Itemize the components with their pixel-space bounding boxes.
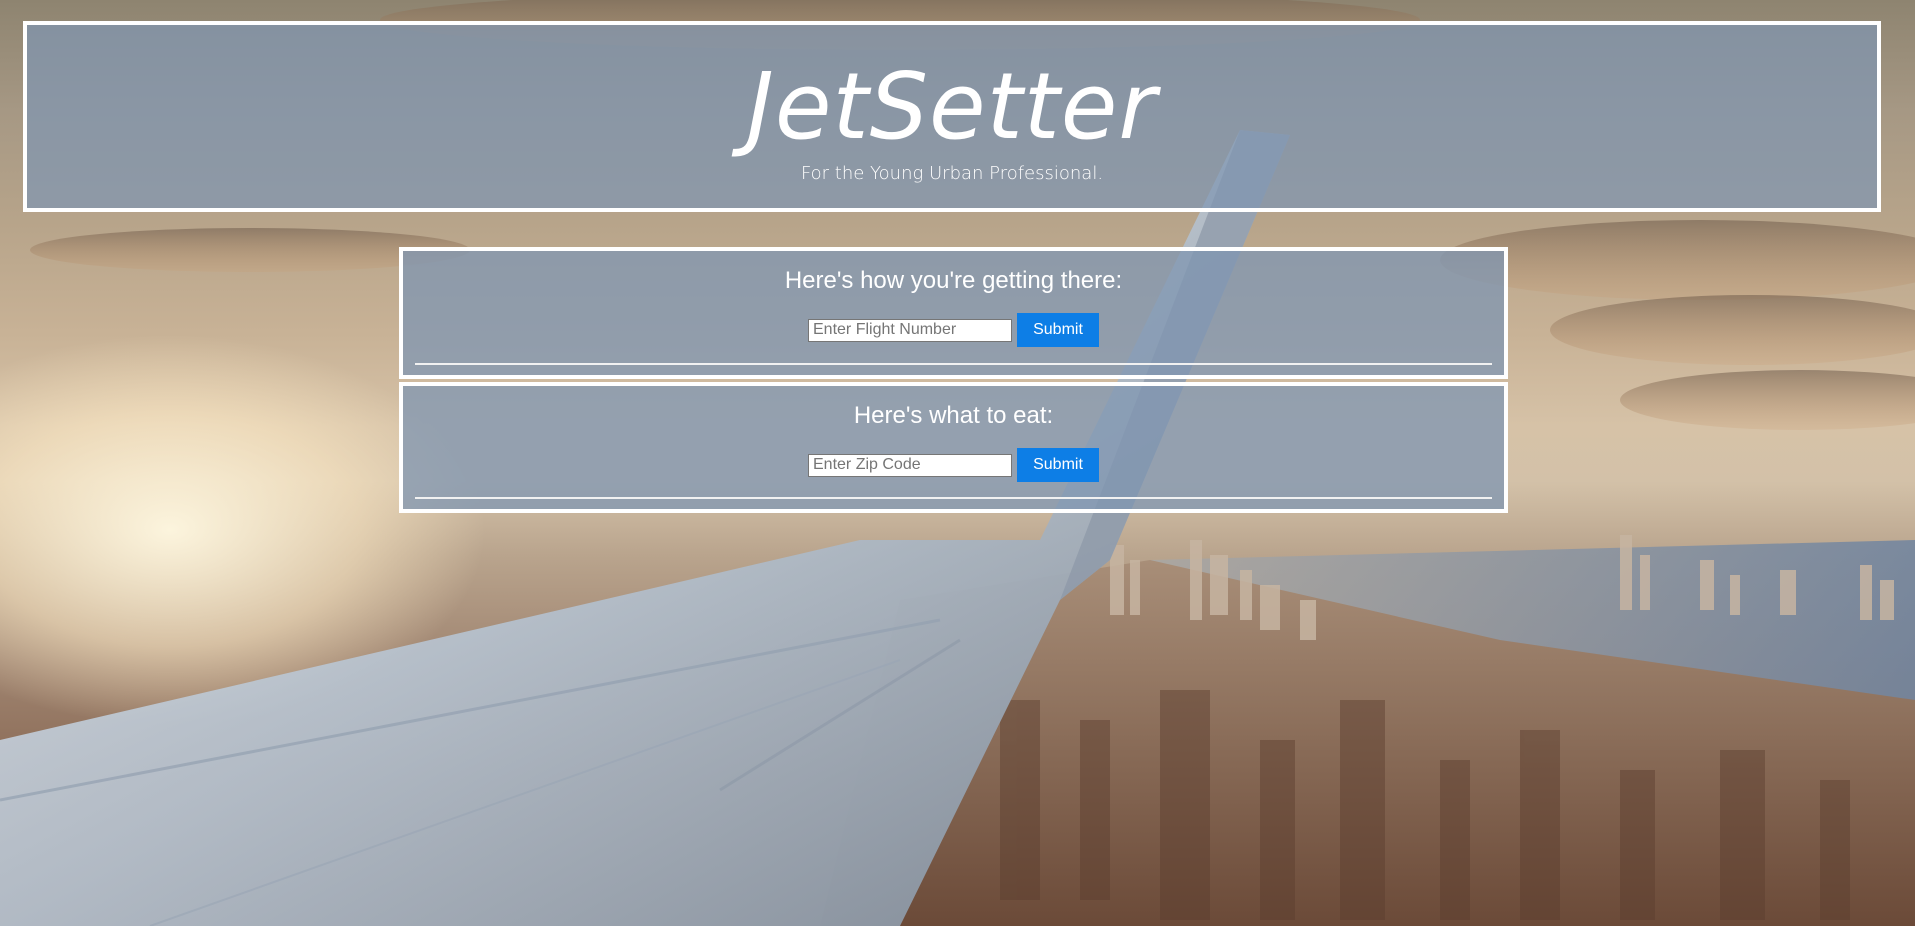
flight-form: Submit xyxy=(403,313,1504,347)
food-submit-button[interactable]: Submit xyxy=(1017,448,1099,482)
zip-code-input[interactable] xyxy=(808,453,1012,477)
header-banner: JetSetter For the Young Urban Profession… xyxy=(23,21,1881,212)
food-form: Submit xyxy=(403,448,1504,482)
food-lookup-panel: Here's what to eat: Submit xyxy=(399,382,1508,513)
flight-lookup-panel: Here's how you're getting there: Submit xyxy=(399,247,1508,379)
flight-section-heading: Here's how you're getting there: xyxy=(784,267,1123,294)
flight-number-input[interactable] xyxy=(808,318,1012,342)
flight-submit-button[interactable]: Submit xyxy=(1017,313,1099,347)
food-section-divider xyxy=(415,497,1492,499)
flight-section-divider xyxy=(415,363,1492,365)
site-title: JetSetter xyxy=(746,53,1158,160)
food-section-heading: Here's what to eat: xyxy=(853,402,1054,429)
site-tagline: For the Young Urban Professional. xyxy=(800,163,1104,184)
